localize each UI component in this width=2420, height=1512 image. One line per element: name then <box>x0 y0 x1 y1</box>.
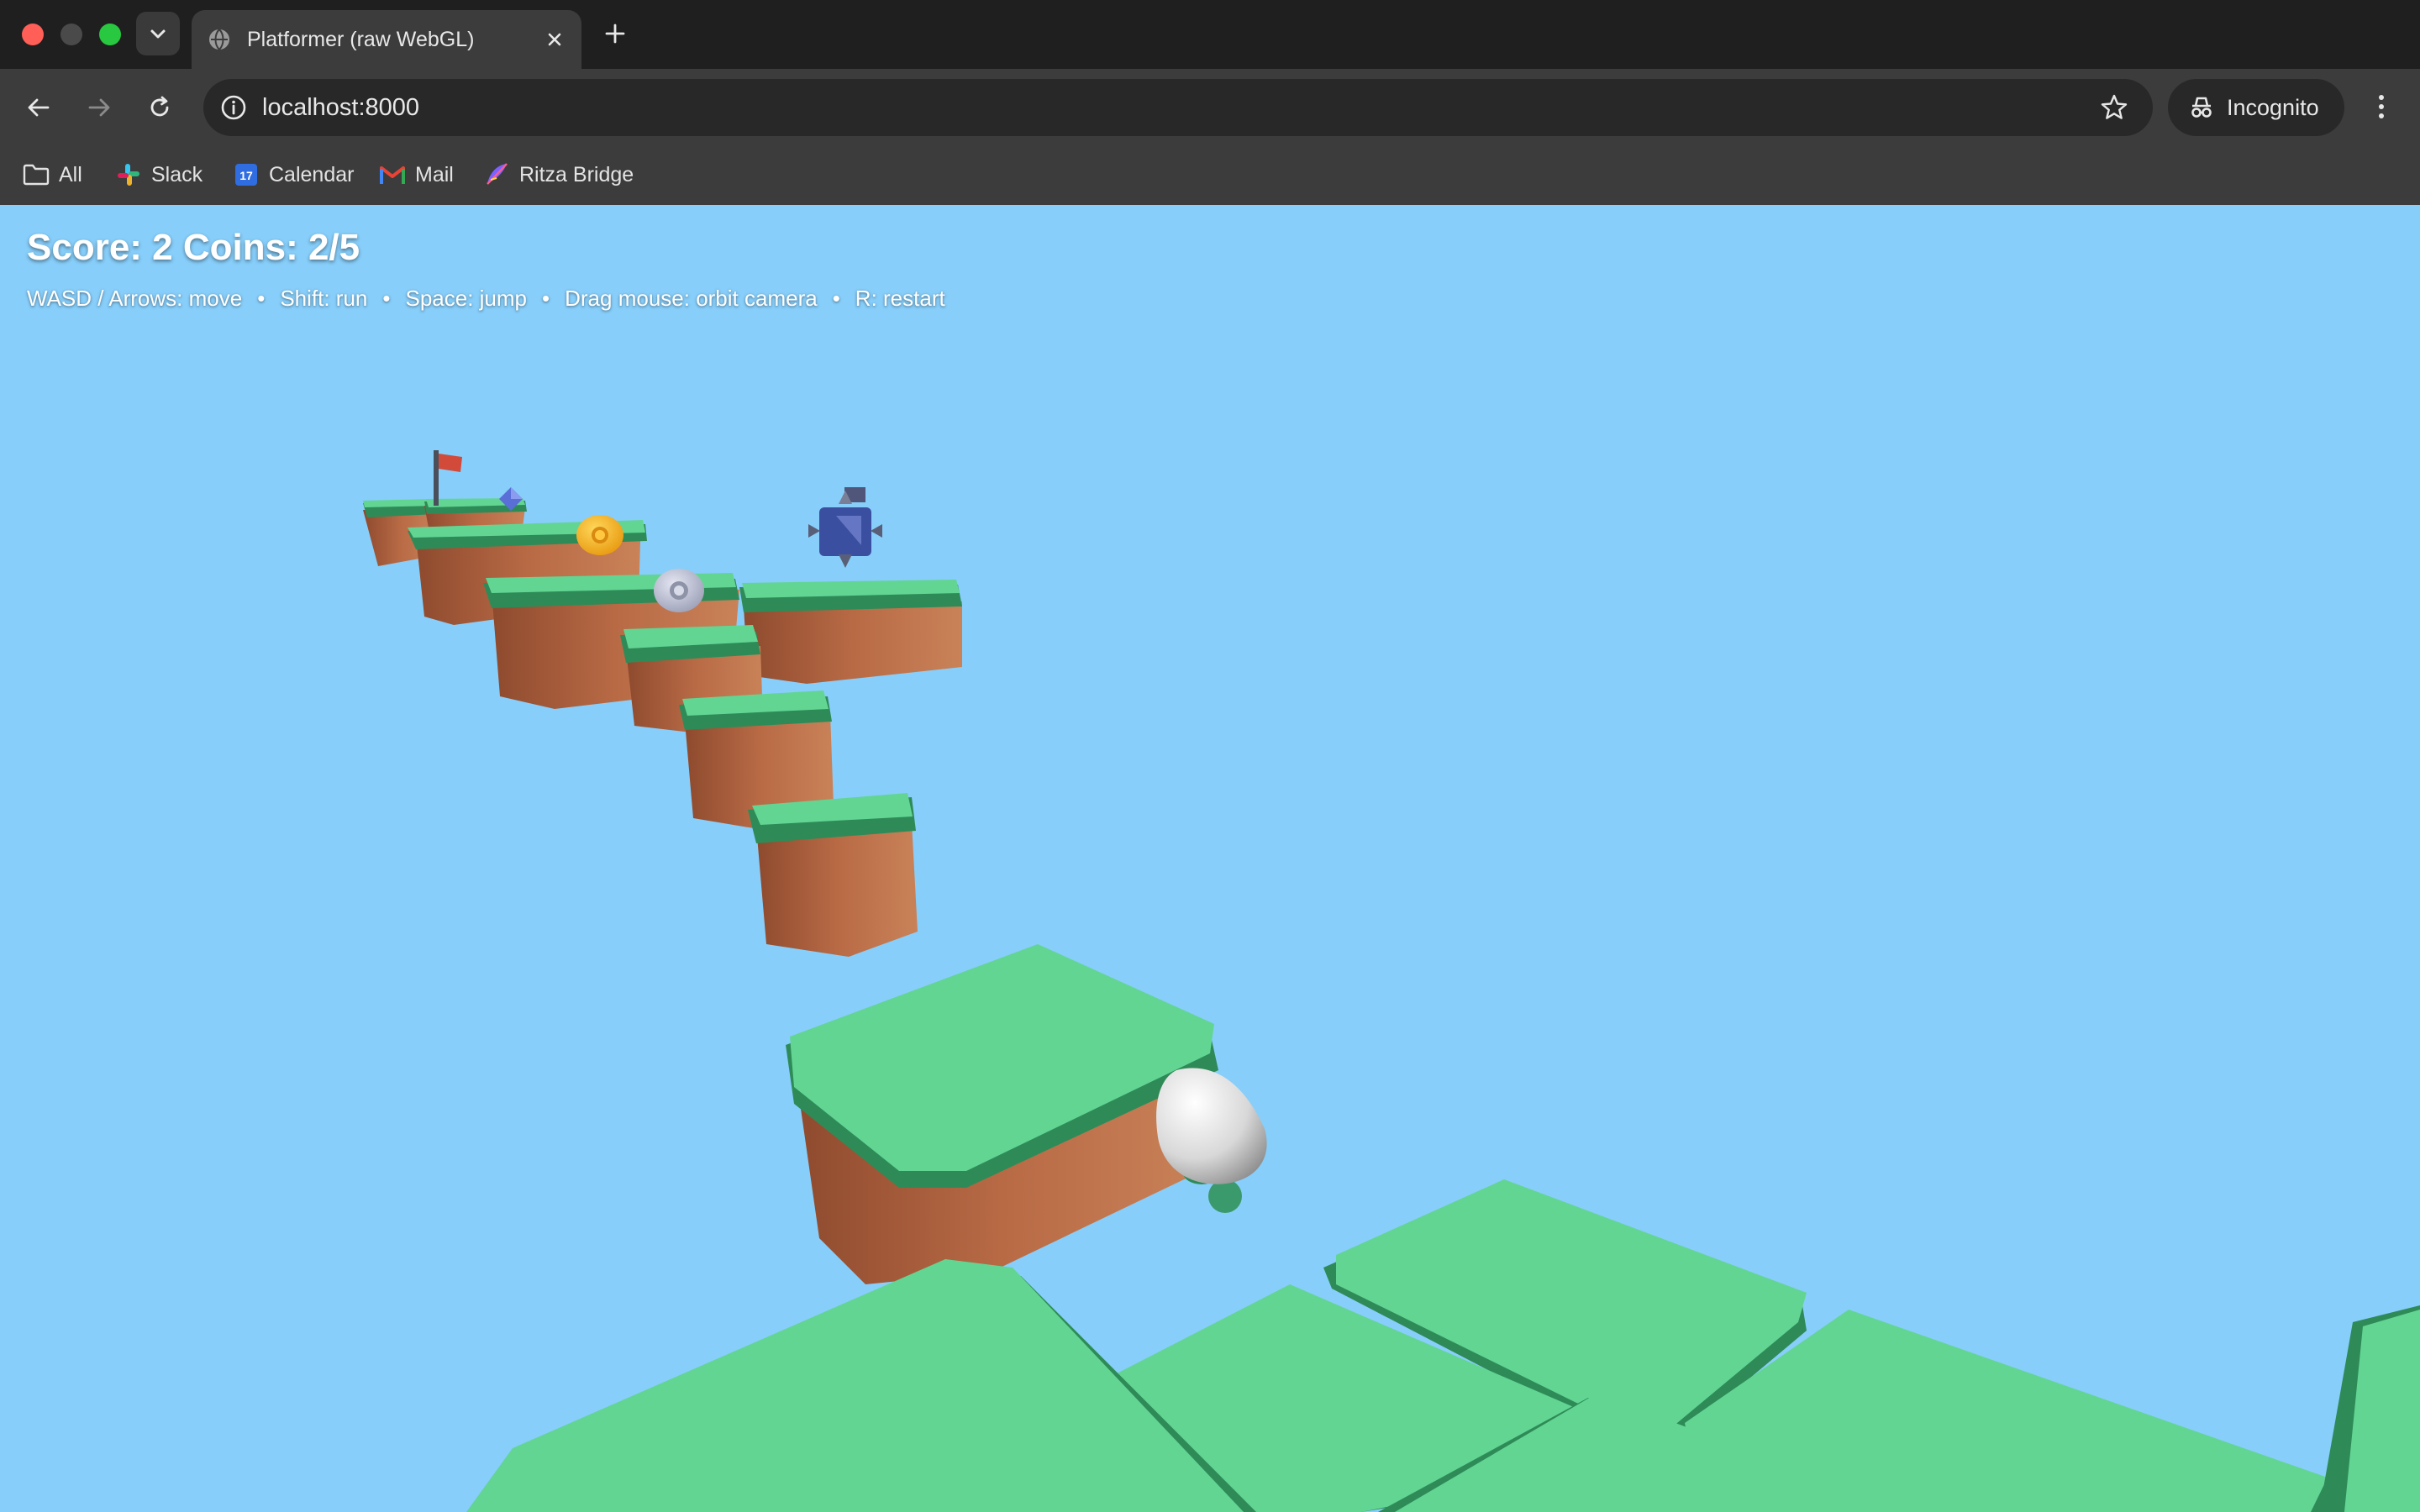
bookmark-mail[interactable]: Mail <box>378 156 454 193</box>
bookmark-ritza-bridge[interactable]: Ritza Bridge <box>482 156 634 193</box>
forward-button[interactable] <box>81 89 118 126</box>
incognito-icon <box>2186 92 2217 123</box>
help-run: Shift: run <box>280 286 368 311</box>
window-close-button[interactable] <box>22 24 44 45</box>
bookmark-slack[interactable]: Slack <box>114 156 203 193</box>
bookmark-calendar[interactable]: 17 Calendar <box>232 156 354 193</box>
help-separator: • <box>832 286 840 311</box>
globe-icon <box>207 27 232 52</box>
tab-title: Platformer (raw WebGL) <box>247 27 475 51</box>
plus-icon <box>605 24 625 44</box>
chevron-down-icon <box>150 29 166 39</box>
game-scene <box>363 450 2420 1512</box>
incognito-label: Incognito <box>2227 94 2319 120</box>
calendar-icon: 17 <box>232 160 260 189</box>
platform <box>739 580 962 684</box>
gold-coin-icon <box>576 515 623 555</box>
site-info-icon[interactable] <box>218 92 249 123</box>
window-maximize-button[interactable] <box>99 24 121 45</box>
folder-icon <box>22 160 50 189</box>
back-button[interactable] <box>20 89 57 126</box>
slack-icon <box>114 160 143 189</box>
feather-icon <box>482 160 511 189</box>
bookmark-all[interactable]: All <box>22 156 82 193</box>
bookmark-star-icon[interactable] <box>2097 91 2131 124</box>
arrow-right-icon <box>88 98 110 117</box>
address-url: localhost:8000 <box>262 93 420 121</box>
platform <box>786 944 1218 1284</box>
browser-tab[interactable]: Platformer (raw WebGL) <box>192 10 581 69</box>
help-camera: Drag mouse: orbit camera <box>565 286 818 311</box>
new-tab-button[interactable] <box>598 17 632 50</box>
svg-text:17: 17 <box>239 169 253 182</box>
hud-score: Score: 2 Coins: 2/5 <box>27 227 360 268</box>
reload-button[interactable] <box>141 89 178 126</box>
platform <box>748 793 918 957</box>
help-move: WASD / Arrows: move <box>27 286 243 311</box>
arrow-left-icon <box>28 98 50 117</box>
more-vertical-icon <box>2379 95 2384 118</box>
tab-strip: Platformer (raw WebGL) <box>0 0 2420 69</box>
incognito-badge[interactable]: Incognito <box>2168 79 2344 136</box>
help-separator: • <box>382 286 391 311</box>
help-restart: R: restart <box>855 286 945 311</box>
hud-controls-help: WASD / Arrows: move • Shift: run • Space… <box>27 286 945 312</box>
game-canvas[interactable]: Score: 2 Coins: 2/5 WASD / Arrows: move … <box>0 205 2420 1512</box>
browser-menu-button[interactable] <box>2368 87 2395 126</box>
help-separator: • <box>257 286 266 311</box>
help-jump: Space: jump <box>405 286 528 311</box>
silver-coin-icon <box>654 569 704 612</box>
address-bar[interactable]: localhost:8000 <box>203 79 2153 136</box>
bookmarks-bar: All Slack 17 Calendar Mail Ritza Bridge <box>0 144 2420 206</box>
gmail-icon <box>378 160 407 189</box>
tab-search-button[interactable] <box>136 12 180 55</box>
player-character <box>1156 1068 1267 1213</box>
window-minimize-button[interactable] <box>60 24 82 45</box>
enemy <box>808 487 882 568</box>
help-separator: • <box>542 286 550 311</box>
platform <box>2319 1305 2420 1512</box>
goal-flag <box>434 450 462 506</box>
browser-toolbar: localhost:8000 Incognito <box>0 69 2420 144</box>
tab-close-icon[interactable] <box>538 23 571 56</box>
reload-icon <box>150 96 169 117</box>
